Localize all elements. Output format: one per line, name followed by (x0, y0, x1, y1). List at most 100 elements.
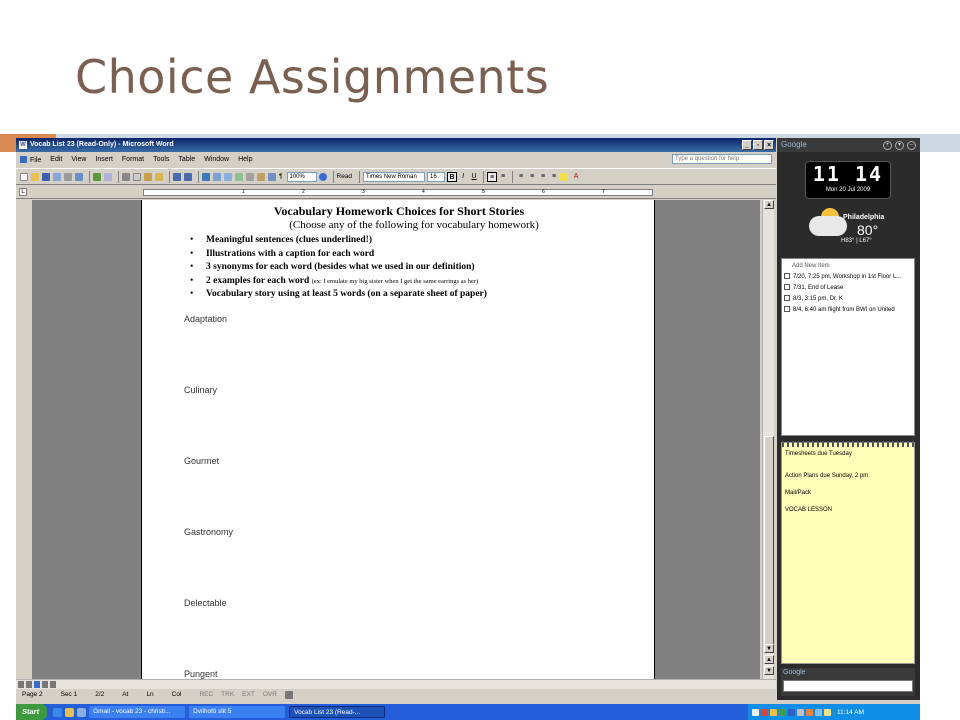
todo-item[interactable]: 8/3, 3:15 pm, Dr. K (784, 295, 843, 302)
redo-icon[interactable] (184, 172, 192, 181)
underline-button[interactable]: U (469, 172, 479, 182)
zoom-select[interactable]: 100% (286, 171, 317, 182)
align-left-icon[interactable]: ≡ (487, 171, 498, 182)
highlight-icon[interactable] (560, 172, 569, 181)
scroll-down-icon[interactable]: ▼ (764, 644, 774, 653)
todo-item[interactable]: 7/20, 7:25 pm, Workshop in 1st Floor L..… (784, 273, 901, 280)
insert-excel-icon[interactable] (235, 172, 243, 181)
next-page-icon[interactable]: ▼ (764, 666, 774, 675)
taskbar-task-gmail[interactable]: Gmail - vocab 23 - christi... (89, 706, 186, 718)
tray-app-icon[interactable] (752, 708, 759, 716)
read-button[interactable]: Read (337, 173, 353, 180)
menu-view[interactable]: View (71, 156, 86, 163)
ie-icon[interactable] (53, 707, 63, 717)
ruler-strip[interactable]: 1 2 3 4 5 6 7 (143, 189, 653, 196)
volume-icon[interactable] (797, 708, 804, 716)
align-center-icon[interactable]: ≡ (498, 172, 508, 182)
save-icon[interactable] (42, 172, 50, 181)
menu-table[interactable]: Table (178, 156, 195, 163)
bluetooth-icon[interactable] (788, 708, 795, 716)
italic-button[interactable]: I (458, 172, 468, 182)
tray-antivirus-icon[interactable] (761, 708, 768, 716)
sidebar-menu-icon[interactable]: ▾ (895, 141, 904, 150)
menu-file[interactable]: File (20, 155, 41, 164)
taskbar-task-slides[interactable]: Dvilhotti slit 5 (189, 706, 286, 718)
tab-selector[interactable]: L (19, 188, 27, 196)
show-hide-icon[interactable]: ¶ (279, 173, 283, 180)
menu-window[interactable]: Window (204, 156, 229, 163)
paste-icon[interactable] (144, 172, 152, 181)
status-ovr[interactable]: OVR (263, 691, 277, 698)
add-gadget-icon[interactable]: + (883, 141, 892, 150)
spelling-icon[interactable] (93, 172, 101, 181)
open-folder-icon[interactable] (31, 172, 39, 181)
taskbar-task-word[interactable]: Vocab List 23 (Read-... (289, 706, 386, 718)
document-page[interactable]: Vocabulary Homework Choices for Short St… (141, 200, 655, 679)
insert-table-icon[interactable] (224, 172, 232, 181)
help-icon[interactable] (318, 172, 327, 181)
permission-icon[interactable] (53, 172, 61, 181)
tray-network-icon[interactable] (779, 708, 786, 716)
todo-checkbox[interactable] (784, 284, 790, 290)
sidebar-minimize-icon[interactable]: – (907, 141, 916, 150)
status-trk[interactable]: TRK (221, 691, 234, 698)
todo-checkbox[interactable] (784, 306, 790, 312)
start-button[interactable]: Start (16, 704, 48, 720)
undo-icon[interactable] (173, 172, 181, 181)
font-size-select[interactable]: 16 (427, 171, 446, 182)
tray-display-icon[interactable] (815, 708, 822, 716)
tray-security-icon[interactable] (824, 708, 831, 716)
folder-icon[interactable] (65, 707, 75, 717)
google-search-input[interactable] (783, 680, 913, 692)
close-button[interactable]: × (764, 140, 774, 150)
tables-borders-icon[interactable] (213, 172, 221, 181)
menu-tools[interactable]: Tools (153, 156, 169, 163)
minimize-button[interactable]: _ (742, 140, 752, 150)
horizontal-scrollbar[interactable] (16, 679, 776, 689)
menu-help[interactable]: Help (238, 156, 252, 163)
new-document-icon[interactable] (20, 172, 28, 181)
web-view-icon[interactable] (26, 681, 32, 688)
print-preview-icon[interactable] (75, 172, 83, 181)
restore-button[interactable]: ▫ (753, 140, 763, 150)
weather-gadget[interactable]: Philadelphia 80° H83° | L67° (805, 206, 905, 251)
drawing-icon[interactable] (257, 172, 265, 181)
line-spacing-icon[interactable]: ≡ (516, 172, 526, 182)
word-titlebar[interactable]: W Vocab List 23 (Read-Only) - Microsoft … (16, 138, 776, 152)
cut-icon[interactable] (122, 172, 130, 181)
status-rec[interactable]: REC (199, 691, 213, 698)
print-view-icon[interactable] (34, 681, 40, 688)
spelling-status-icon[interactable] (284, 690, 293, 699)
todo-item[interactable]: 7/31, End of Lease (784, 284, 843, 291)
menu-edit[interactable]: Edit (50, 156, 62, 163)
help-search-input[interactable]: Type a question for help (672, 154, 772, 164)
tray-update-icon[interactable] (770, 708, 777, 716)
hyperlink-icon[interactable] (202, 172, 210, 181)
desktop-icon[interactable] (77, 707, 87, 717)
columns-icon[interactable] (246, 172, 254, 181)
todo-checkbox[interactable] (784, 273, 790, 279)
scroll-up-icon[interactable]: ▲ (764, 200, 774, 209)
research-icon[interactable] (104, 172, 112, 181)
menu-format[interactable]: Format (122, 156, 144, 163)
font-name-select[interactable]: Times New Roman (363, 171, 426, 182)
outline-view-icon[interactable] (42, 681, 48, 688)
scratch-pad-gadget[interactable]: Timesheets due Tuesday Action Plans due … (781, 441, 916, 664)
numbering-icon[interactable]: ≡ (527, 172, 537, 182)
scroll-thumb[interactable] (764, 436, 774, 648)
format-painter-icon[interactable] (155, 172, 163, 181)
copy-icon[interactable] (133, 172, 141, 181)
print-icon[interactable] (64, 172, 72, 181)
todo-checkbox[interactable] (784, 295, 790, 301)
indent-icon[interactable]: ≡ (549, 172, 559, 182)
add-new-item[interactable]: Add New Item (792, 263, 830, 269)
reading-view-icon[interactable] (50, 681, 56, 688)
document-map-icon[interactable] (268, 172, 276, 181)
font-color-icon[interactable]: A (571, 172, 581, 182)
bold-button[interactable]: B (447, 171, 458, 182)
previous-page-icon[interactable]: ▲ (764, 655, 774, 664)
menu-insert[interactable]: Insert (95, 156, 113, 163)
todo-item[interactable]: 8/4, 6:40 am flight from BWI on United (784, 306, 895, 313)
tray-clock[interactable]: 11:14 AM (837, 709, 864, 716)
bullets-icon[interactable]: ≡ (538, 172, 548, 182)
